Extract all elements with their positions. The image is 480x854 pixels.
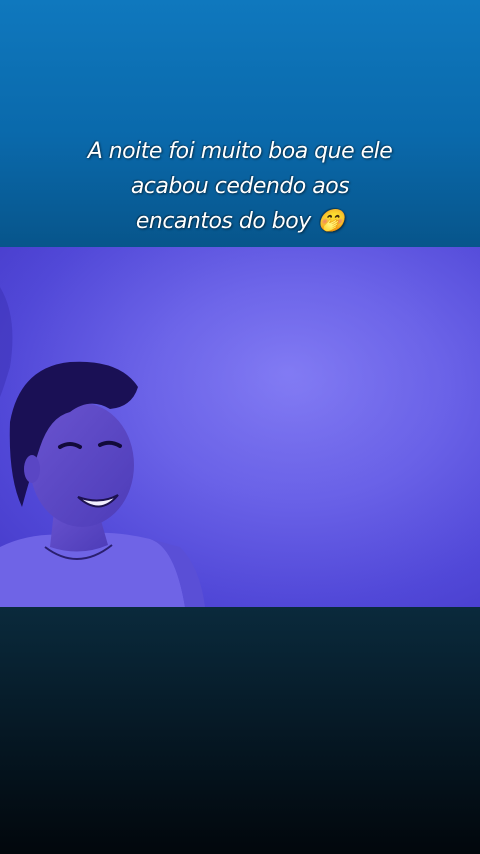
caption-line-3: encantos do boy 🤭 bbox=[0, 204, 480, 239]
caption-text: A noite foi muito boa que ele acabou ced… bbox=[0, 134, 480, 239]
caption-line-1: A noite foi muito boa que ele bbox=[87, 139, 393, 164]
person-ear bbox=[24, 455, 40, 483]
bottom-area bbox=[0, 607, 480, 854]
face-with-hand-over-mouth-emoji-icon: 🤭 bbox=[317, 209, 345, 234]
video-frame[interactable] bbox=[0, 247, 480, 607]
video-player-screen[interactable]: A noite foi muito boa que ele acabou ced… bbox=[0, 0, 480, 854]
caption-line-3-text: encantos do boy bbox=[135, 209, 311, 234]
video-still-illustration bbox=[0, 247, 480, 607]
caption-line-2: acabou cedendo aos bbox=[130, 174, 350, 199]
